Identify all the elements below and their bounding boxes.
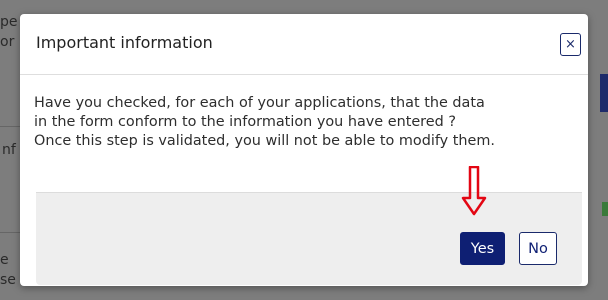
background-divider [0,232,20,233]
background-text-fragment: pe [0,14,18,30]
arrow-down-icon [461,166,487,216]
dialog-title: Important information [36,33,213,52]
dialog-header: Important information × [20,14,588,75]
close-icon: × [565,37,576,52]
background-green-block [602,202,608,216]
yes-button[interactable]: Yes [460,232,505,265]
background-divider [0,126,20,127]
dialog-message-line: Once this step is validated, you will no… [34,133,495,149]
dialog-message-line: in the form conform to the information y… [34,114,456,130]
close-button[interactable]: × [560,33,581,56]
background-text-fragment: nf [2,142,16,158]
dialog-message: Have you checked, for each of your appli… [34,94,554,151]
background-text-fragment: se [0,272,16,288]
background-text-fragment: e [0,252,9,268]
background-text-fragment: or [0,34,15,50]
no-button[interactable]: No [519,232,557,265]
background-blue-block [600,74,608,112]
dialog-message-line: Have you checked, for each of your appli… [34,95,485,111]
